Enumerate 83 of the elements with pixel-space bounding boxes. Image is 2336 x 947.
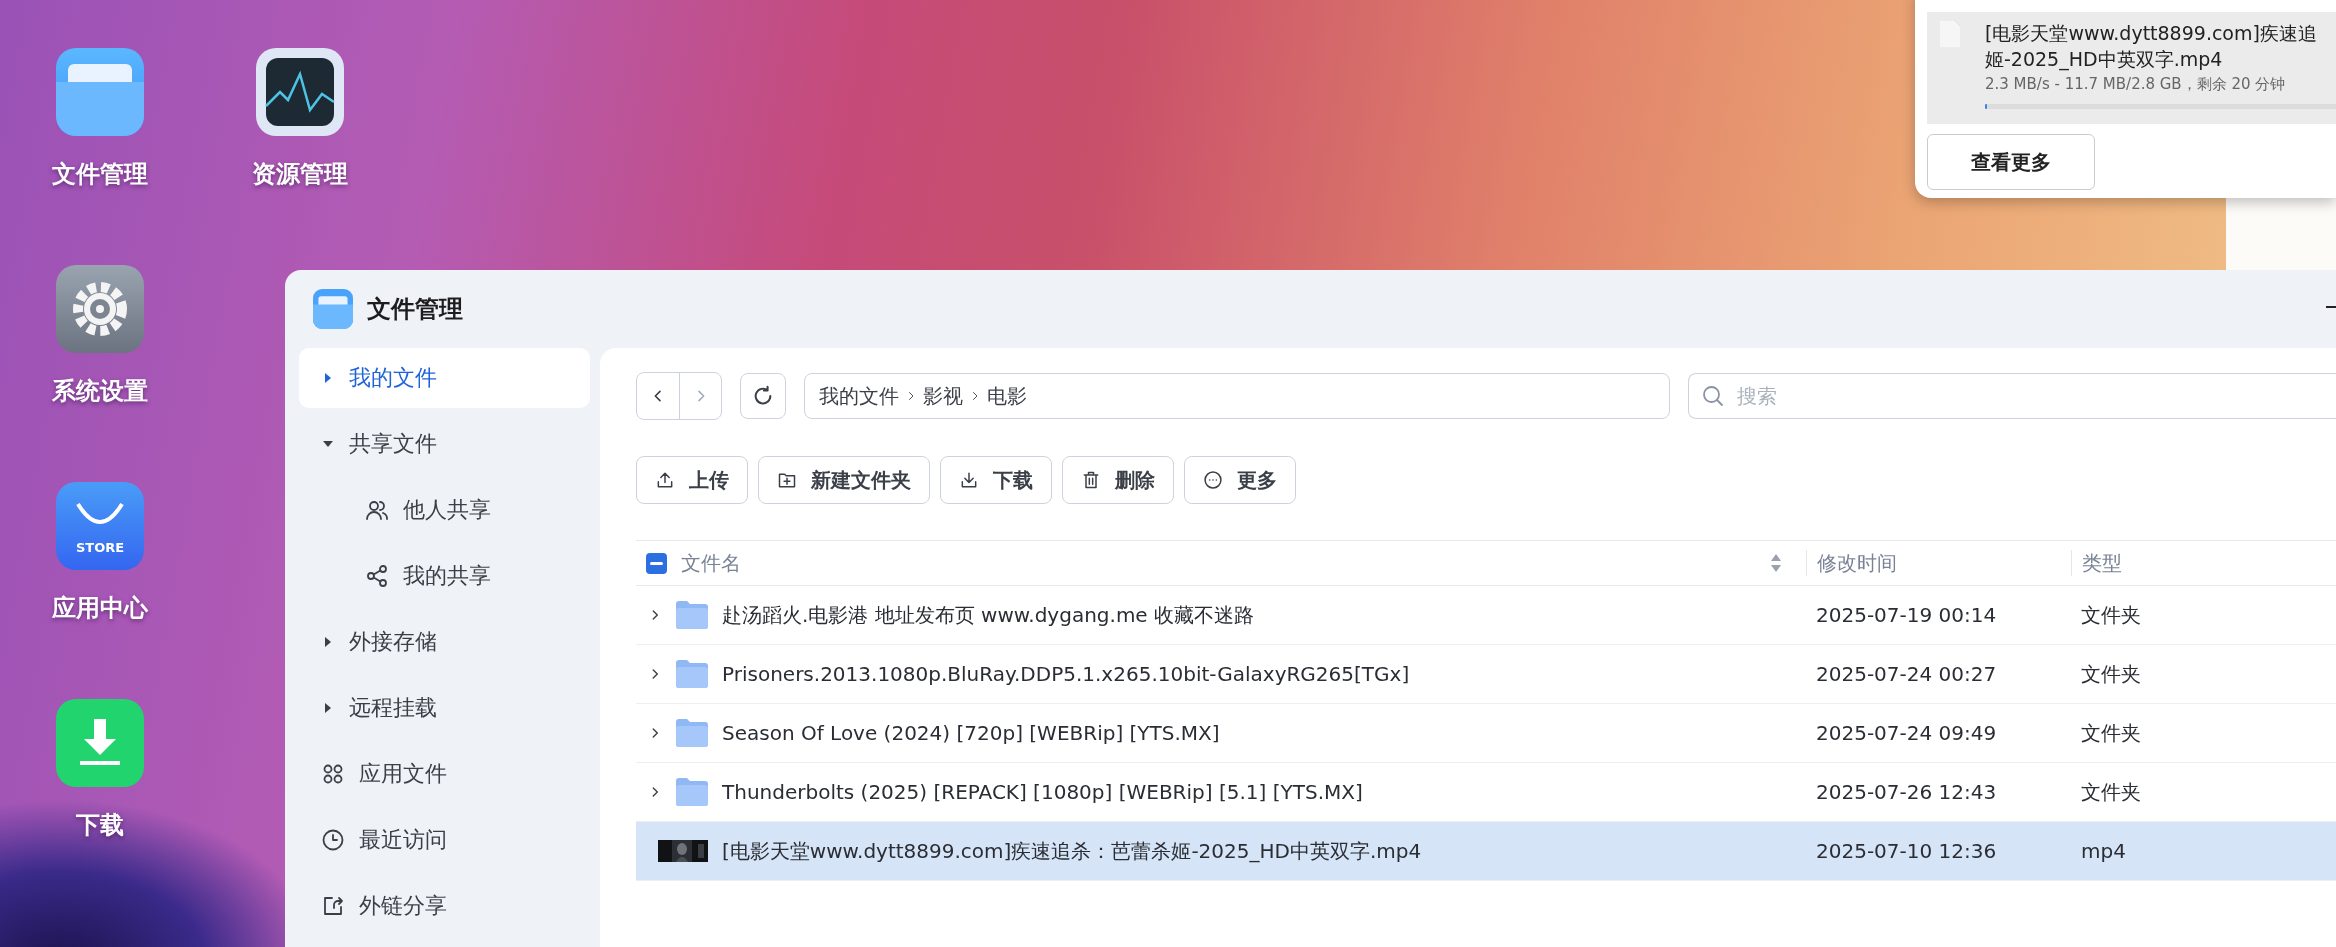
sidebar-item[interactable]: 外接存储: [299, 612, 590, 672]
folder-icon: [676, 778, 708, 806]
modified-time: 2025-07-19 00:14: [1815, 603, 1998, 627]
app-label: 文件管理: [52, 159, 148, 190]
file-name: Thunderbolts (2025) [REPACK] [1080p] [WEBRip] [5.1] [YTS.MX]: [722, 780, 1363, 804]
app-label: 系统设置: [52, 376, 148, 407]
file-name: Prisoners.2013.1080p.BluRay.DDP5.1.x265.10bit-GalaxyRG265[TGx]: [722, 662, 1410, 686]
sidebar-label: 共享文件: [349, 430, 437, 458]
sidebar-item[interactable]: 最近访问: [299, 810, 590, 870]
breadcrumb-link[interactable]: 电影: [987, 382, 1027, 410]
refresh-button[interactable]: [740, 373, 786, 419]
external-share-icon: [321, 894, 345, 918]
column-header[interactable]: 类型: [2082, 549, 2122, 577]
select-all-checkbox[interactable]: [646, 552, 667, 574]
file-type: 文件夹: [2080, 601, 2142, 629]
app-label: 应用中心: [52, 593, 148, 624]
modified-time: 2025-07-24 09:49: [1815, 721, 1998, 745]
sidebar-label: 他人共享: [403, 496, 491, 524]
file-name: [电影天堂www.dytt8899.com]疾速追: [1985, 21, 2318, 46]
modified-time: 2025-07-26 12:43: [1815, 780, 1998, 804]
folder-icon: [313, 289, 353, 329]
file-type: 文件夹: [2080, 719, 2142, 747]
file-type: 文件夹: [2080, 660, 2142, 688]
sidebar-label: 外接存储: [349, 628, 437, 656]
share-icon: [365, 564, 389, 588]
window-title: 文件管理: [367, 294, 463, 325]
breadcrumb-link[interactable]: 影视: [923, 382, 963, 410]
grid-icon: [321, 762, 345, 786]
people-icon: [365, 498, 389, 522]
path-field[interactable]: 我的文件 影视 电影: [804, 373, 1670, 419]
minimize-icon[interactable]: [2326, 306, 2336, 310]
folder-icon: [676, 660, 708, 688]
search-icon: [1701, 384, 1725, 408]
sidebar-label: 我的共享: [403, 562, 491, 590]
sidebar-label: 应用文件: [359, 760, 447, 788]
file-name: 姬-2025_HD中英双字.mp4: [1985, 47, 2224, 72]
sidebar-item[interactable]: 他人共享: [299, 480, 590, 540]
file-type: mp4: [2080, 839, 2127, 863]
file-name: [电影天堂www.dytt8899.com]疾速追杀：芭蕾杀姬-2025_HD中英双字.mp4: [722, 837, 1422, 865]
minus-icon: [650, 561, 663, 565]
sidebar-label: 外链分享: [359, 892, 447, 920]
sidebar-label: 最近访问: [359, 826, 447, 854]
app-label: 下载: [76, 810, 124, 841]
folder-icon: [676, 601, 708, 629]
sidebar-item[interactable]: 共享文件: [299, 414, 590, 474]
modified-time: 2025-07-10 12:36: [1815, 839, 1998, 863]
toolbar-button[interactable]: 下载: [940, 456, 1052, 504]
gear-icon[interactable]: [56, 265, 144, 353]
shopping-bag-icon[interactable]: STORE: [56, 482, 144, 570]
toolbar-button[interactable]: 新建文件夹: [758, 456, 930, 504]
more-icon: [1203, 470, 1223, 490]
breadcrumb-link[interactable]: 我的文件: [819, 382, 899, 410]
app-label: 资源管理: [252, 159, 348, 190]
upload-icon: [655, 470, 675, 490]
file-name: Season Of Love (2024) [720p] [WEBRip] [YTS.MX]: [722, 721, 1220, 745]
sidebar-item[interactable]: 外链分享: [299, 876, 590, 936]
refresh-icon: [752, 385, 774, 407]
file-type: 文件夹: [2080, 778, 2142, 806]
chart-app-icon[interactable]: [256, 48, 344, 136]
folder-icon[interactable]: [56, 48, 144, 136]
sidebar-item[interactable]: 远程挂载: [299, 678, 590, 738]
column-header[interactable]: 修改时间: [1817, 549, 1897, 577]
sidebar-label: 远程挂载: [349, 694, 437, 722]
trash-icon: [1081, 470, 1101, 490]
sort-icon[interactable]: [1770, 553, 1782, 573]
folder-icon: [676, 719, 708, 747]
show-more-button[interactable]: 查看更多: [1927, 134, 2095, 190]
sidebar-item[interactable]: 我的共享: [299, 546, 590, 606]
download-progress-text: 2.3 MB/s - 11.7 MB/2.8 GB，剩余 20 分钟: [1985, 74, 2287, 95]
file-row[interactable]: [电影天堂www.dytt8899.com]疾速追杀：芭蕾杀姬-2025_HD中英双字.mp4 2025-07-10 12:36 mp4: [636, 822, 2336, 881]
download-icon: [959, 470, 979, 490]
file-name: 赴汤蹈火.电影港 地址发布页 www.dygang.me 收藏不迷路: [722, 601, 1255, 629]
clock-icon: [321, 828, 345, 852]
modified-time: 2025-07-24 00:27: [1815, 662, 1998, 686]
sidebar-item[interactable]: 我的文件: [299, 348, 590, 408]
column-header[interactable]: 文件名: [681, 549, 741, 577]
sidebar-item[interactable]: 应用文件: [299, 744, 590, 804]
sidebar-label: 我的文件: [349, 364, 437, 392]
toolbar-button[interactable]: 上传: [636, 456, 748, 504]
toolbar-button[interactable]: 更多: [1184, 456, 1296, 504]
add-folder-icon: [777, 470, 797, 490]
toolbar-button[interactable]: 删除: [1062, 456, 1174, 504]
download-icon[interactable]: [56, 699, 144, 787]
